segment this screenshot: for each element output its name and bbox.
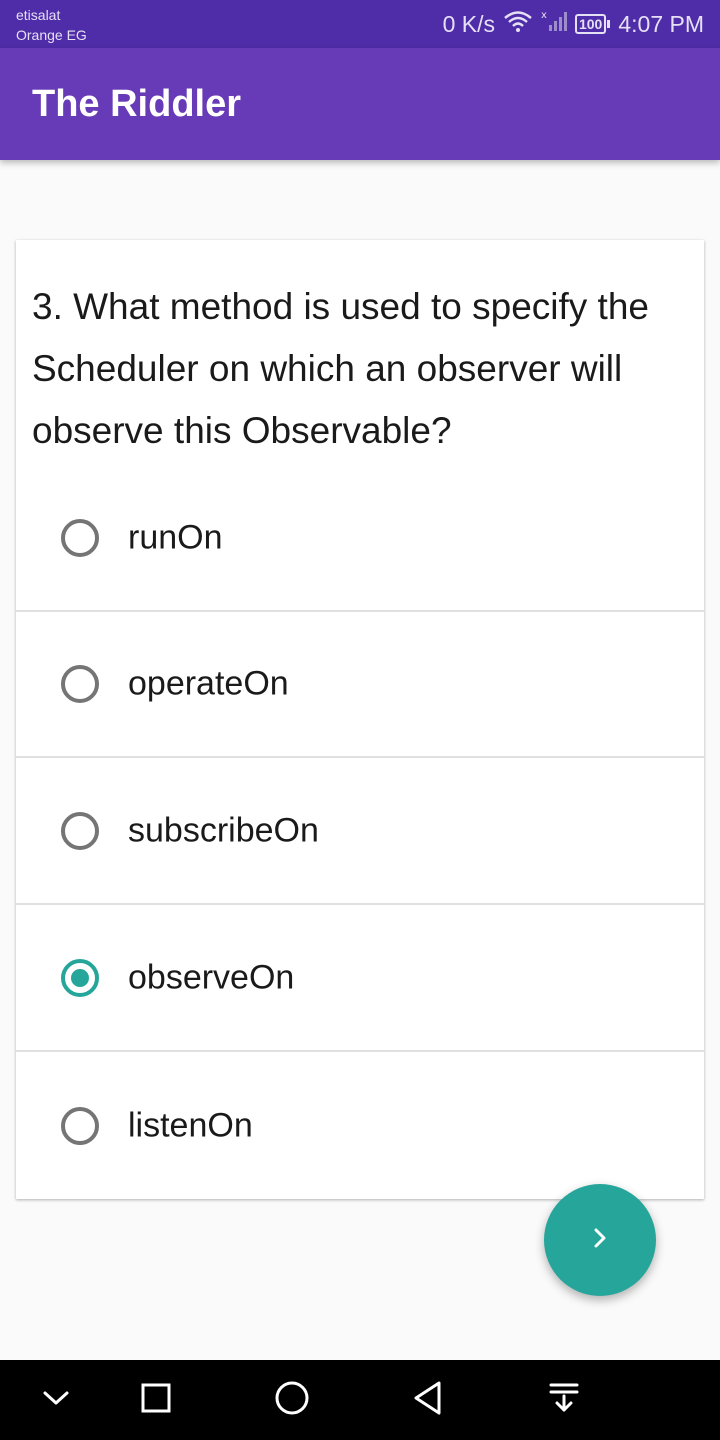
radio-button[interactable] [61, 519, 99, 557]
radio-button[interactable] [61, 665, 99, 703]
notifications-pull-icon [548, 1382, 580, 1419]
option-listenon[interactable]: listenOn [16, 1053, 704, 1199]
option-label: observeOn [128, 958, 295, 997]
screen: etisalat Orange EG 0 K/s x 100 4:07 PM T… [0, 0, 720, 1440]
home-button[interactable] [268, 1376, 316, 1424]
battery-icon: 100 [574, 14, 611, 34]
battery-tip [607, 20, 611, 28]
chevron-down-icon [42, 1388, 70, 1413]
net-speed: 0 K/s [442, 10, 495, 37]
home-icon [274, 1380, 310, 1421]
status-bar: etisalat Orange EG 0 K/s x 100 4:07 PM [0, 0, 720, 48]
option-label: operateOn [128, 664, 289, 703]
svg-text:x: x [541, 10, 547, 21]
carrier-name: etisalat [16, 7, 61, 23]
question-text: 3. What method is used to specify the Sc… [32, 286, 649, 451]
carrier-info: etisalat Orange EG [16, 5, 87, 45]
clock: 4:07 PM [618, 10, 704, 37]
signal-icon: x [541, 9, 567, 39]
notifications-pull-button[interactable] [540, 1376, 588, 1424]
radio-button[interactable] [61, 1107, 99, 1145]
back-button[interactable] [404, 1376, 452, 1424]
option-label: runOn [128, 518, 223, 557]
collapse-nav-button[interactable] [32, 1376, 80, 1424]
recents-button[interactable] [132, 1376, 180, 1424]
chevron-right-icon [588, 1226, 612, 1255]
carrier-secondary: Orange EG [16, 27, 87, 43]
app-title: The Riddler [32, 83, 242, 125]
option-label: listenOn [128, 1106, 253, 1145]
option-runon[interactable]: runOn [16, 466, 704, 612]
option-operateon[interactable]: operateOn [16, 612, 704, 758]
radio-button-selected[interactable] [61, 959, 99, 997]
navigation-bar [0, 1360, 720, 1440]
battery-level: 100 [574, 14, 607, 34]
question-card: 3. What method is used to specify the Sc… [16, 240, 704, 1199]
wifi-icon [503, 9, 533, 39]
back-icon [412, 1380, 444, 1421]
radio-button[interactable] [61, 812, 99, 850]
option-label: subscribeOn [128, 811, 319, 850]
next-button[interactable] [544, 1184, 656, 1296]
recents-icon [140, 1382, 172, 1419]
option-observeon[interactable]: observeOn [16, 906, 704, 1052]
option-subscribeon[interactable]: subscribeOn [16, 759, 704, 905]
app-bar: The Riddler [0, 48, 720, 160]
status-icons: 0 K/s x 100 4:07 PM [443, 0, 704, 48]
